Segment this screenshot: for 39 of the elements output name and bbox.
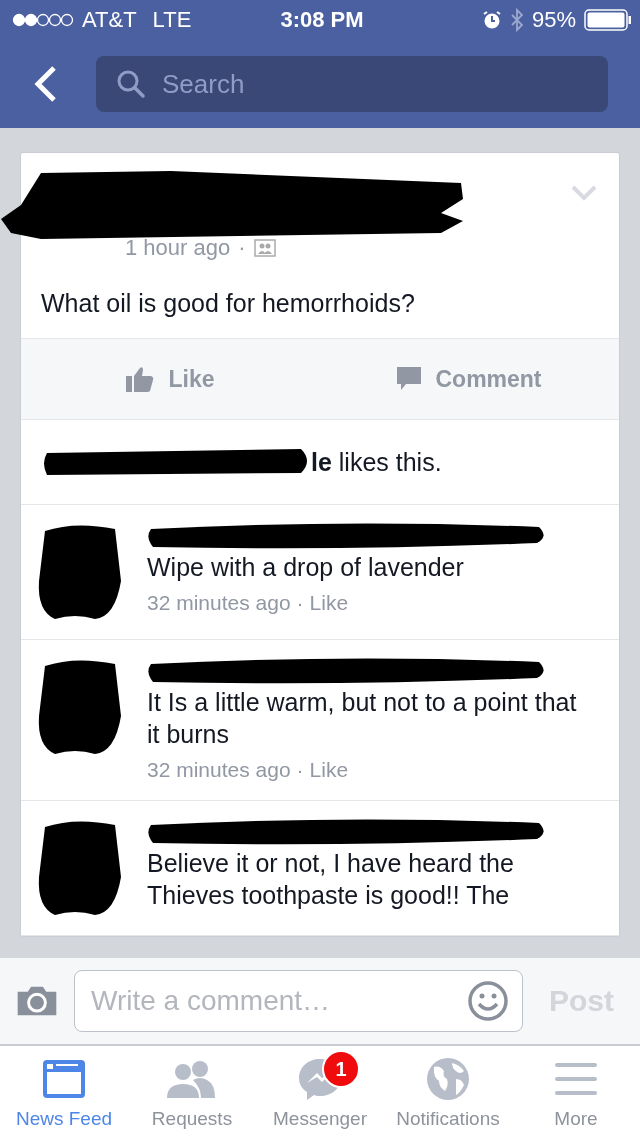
like-link[interactable]: Like <box>309 591 349 615</box>
alarm-icon <box>481 10 502 30</box>
comment-text: Wipe with a drop of lavender <box>147 552 465 583</box>
comment-text: It Is a little warm, but not to a point that it burns <box>147 687 578 750</box>
search-icon <box>116 69 146 99</box>
news-feed-icon <box>42 1059 86 1099</box>
like-link[interactable]: Like <box>309 758 349 782</box>
globe-icon <box>426 1057 470 1101</box>
signal-icon <box>12 13 74 27</box>
like-button[interactable]: Like <box>21 339 320 419</box>
tab[interactable]: Requests <box>128 1046 256 1136</box>
audience-icon <box>253 239 276 257</box>
menu-icon <box>555 1061 597 1097</box>
comment-text: Believe it or not, I have heard the Thieves toothpaste is good!! The <box>147 848 515 911</box>
post-text: What oil is good for hemorrhoids? <box>41 289 416 318</box>
tab[interactable]: More <box>512 1046 640 1136</box>
bluetooth-icon <box>509 8 524 32</box>
people-icon <box>167 1060 217 1098</box>
likes-summary: le likes this. <box>311 447 442 477</box>
comment-button[interactable]: Comment <box>320 339 619 419</box>
separator-dot: · <box>238 235 246 261</box>
network-type: LTE <box>152 7 192 33</box>
carrier: AT&T <box>82 7 137 33</box>
battery-percent: 95% <box>531 7 576 33</box>
clock: 3:08 PM <box>280 7 364 33</box>
tab[interactable]: Notifications <box>384 1046 512 1136</box>
smiley-icon[interactable] <box>467 980 509 1022</box>
tab[interactable]: News Feed <box>0 1046 128 1136</box>
post-time: 1 hour ago <box>125 235 231 261</box>
thumbs-up-icon <box>126 366 155 392</box>
comment-time: 32 minutes ago <box>147 591 291 615</box>
tab[interactable]: 1 Messenger <box>256 1046 384 1136</box>
battery-icon <box>584 9 632 31</box>
separator-dot: · <box>296 758 304 782</box>
comment-time: 32 minutes ago <box>147 758 291 782</box>
separator-dot: · <box>296 591 304 615</box>
search-field[interactable]: Search <box>96 56 608 112</box>
notification-badge: 1 <box>322 1050 360 1088</box>
speech-bubble-icon <box>397 367 422 391</box>
